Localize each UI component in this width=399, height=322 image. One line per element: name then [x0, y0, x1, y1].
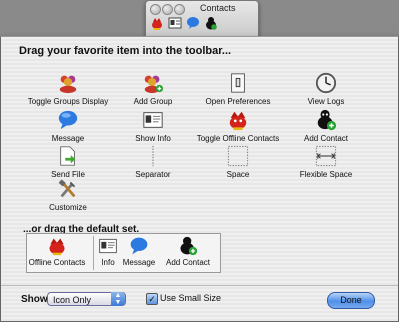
send-file-icon [60, 146, 76, 166]
drag-items-heading: Drag your favorite item into the toolbar… [19, 45, 232, 57]
item-label: Info [101, 258, 115, 267]
default-toolbar-set[interactable]: Offline Contacts Info Message Add Contac… [26, 233, 221, 273]
red-duck-icon [229, 111, 247, 131]
red-duck-icon[interactable] [150, 16, 164, 30]
item-label: Offline Contacts [28, 258, 86, 267]
item-label: Show Info [135, 134, 171, 143]
toolbar-item-message[interactable]: Message [20, 109, 116, 143]
toolbar-item-separator[interactable]: Separator [105, 145, 201, 179]
window-toolbar [150, 16, 218, 30]
window-zoom-button[interactable] [174, 4, 185, 15]
toolbar-item-show-info[interactable]: Show Info [105, 109, 201, 143]
item-label: Toggle Groups Display [27, 97, 109, 106]
show-label: Show [21, 294, 48, 305]
separator-icon [152, 145, 154, 167]
add-contact-icon[interactable] [204, 16, 218, 30]
red-duck-icon [49, 238, 65, 256]
speech-bubble-icon [130, 237, 148, 255]
default-item-add-contact: Add Contact [159, 234, 217, 267]
people-icon [59, 75, 77, 94]
toolbar-item-toggle-groups-display[interactable]: Toggle Groups Display [20, 72, 116, 106]
toolbar-item-add-group[interactable]: Add Group [105, 72, 201, 106]
toolbar-item-view-logs[interactable]: View Logs [278, 72, 374, 106]
toolbar-item-toggle-offline-contacts[interactable]: Toggle Offline Contacts [190, 109, 286, 143]
add-contact-icon [317, 109, 337, 131]
item-label: Customize [49, 203, 87, 212]
speech-bubble-icon [58, 110, 78, 130]
item-label: Add Contact [165, 258, 211, 267]
item-label: Toggle Offline Contacts [196, 134, 280, 143]
tools-icon [58, 179, 76, 198]
space-icon [227, 145, 249, 167]
item-label: Flexible Space [299, 170, 353, 179]
id-card-icon [143, 112, 163, 128]
window-minimize-button[interactable] [162, 4, 173, 15]
item-label: Space [226, 170, 250, 179]
item-label: Message [122, 258, 156, 267]
item-label: Open Preferences [205, 97, 271, 106]
window-close-button[interactable] [150, 4, 161, 15]
default-item-info: Info [97, 234, 119, 267]
show-mode-value: Icon Only [53, 295, 92, 305]
toolbar-item-space[interactable]: Space [190, 145, 286, 179]
default-item-offline-contacts: Offline Contacts [27, 234, 87, 267]
use-small-size-label: Use Small Size [160, 293, 222, 303]
show-mode-popup[interactable]: Icon Only ▲ ▼ [47, 292, 126, 306]
clock-icon [315, 72, 337, 94]
item-label: Add Group [133, 97, 173, 106]
id-card-icon [99, 238, 117, 254]
add-group-icon [144, 75, 164, 94]
popup-arrows-icon: ▲ ▼ [111, 292, 125, 306]
light-switch-icon [231, 73, 245, 93]
toolbar-item-customize[interactable]: Customize [20, 178, 116, 212]
speech-bubble-icon[interactable] [186, 16, 200, 30]
use-small-size-checkbox[interactable]: ✓ [146, 293, 158, 305]
add-contact-icon [180, 236, 198, 256]
customize-toolbar-sheet: Drag your favorite item into the toolbar… [0, 36, 399, 322]
id-card-icon[interactable] [168, 16, 182, 30]
item-label: View Logs [307, 97, 345, 106]
item-label: Separator [135, 170, 171, 179]
toolbar-item-send-file[interactable]: Send File [20, 145, 116, 179]
window-title: Contacts [200, 3, 236, 13]
default-item-message: Message [122, 234, 156, 267]
item-label: Message [51, 134, 85, 143]
item-label: Add Contact [303, 134, 349, 143]
toolbar-item-open-preferences[interactable]: Open Preferences [190, 72, 286, 106]
toolbar-item-flexible-space[interactable]: Flexible Space [278, 145, 374, 179]
separator [93, 236, 94, 270]
flexible-space-icon [315, 145, 337, 167]
contacts-window: Contacts [145, 0, 259, 40]
toolbar-item-add-contact[interactable]: Add Contact [278, 109, 374, 143]
done-button[interactable]: Done [327, 292, 375, 309]
